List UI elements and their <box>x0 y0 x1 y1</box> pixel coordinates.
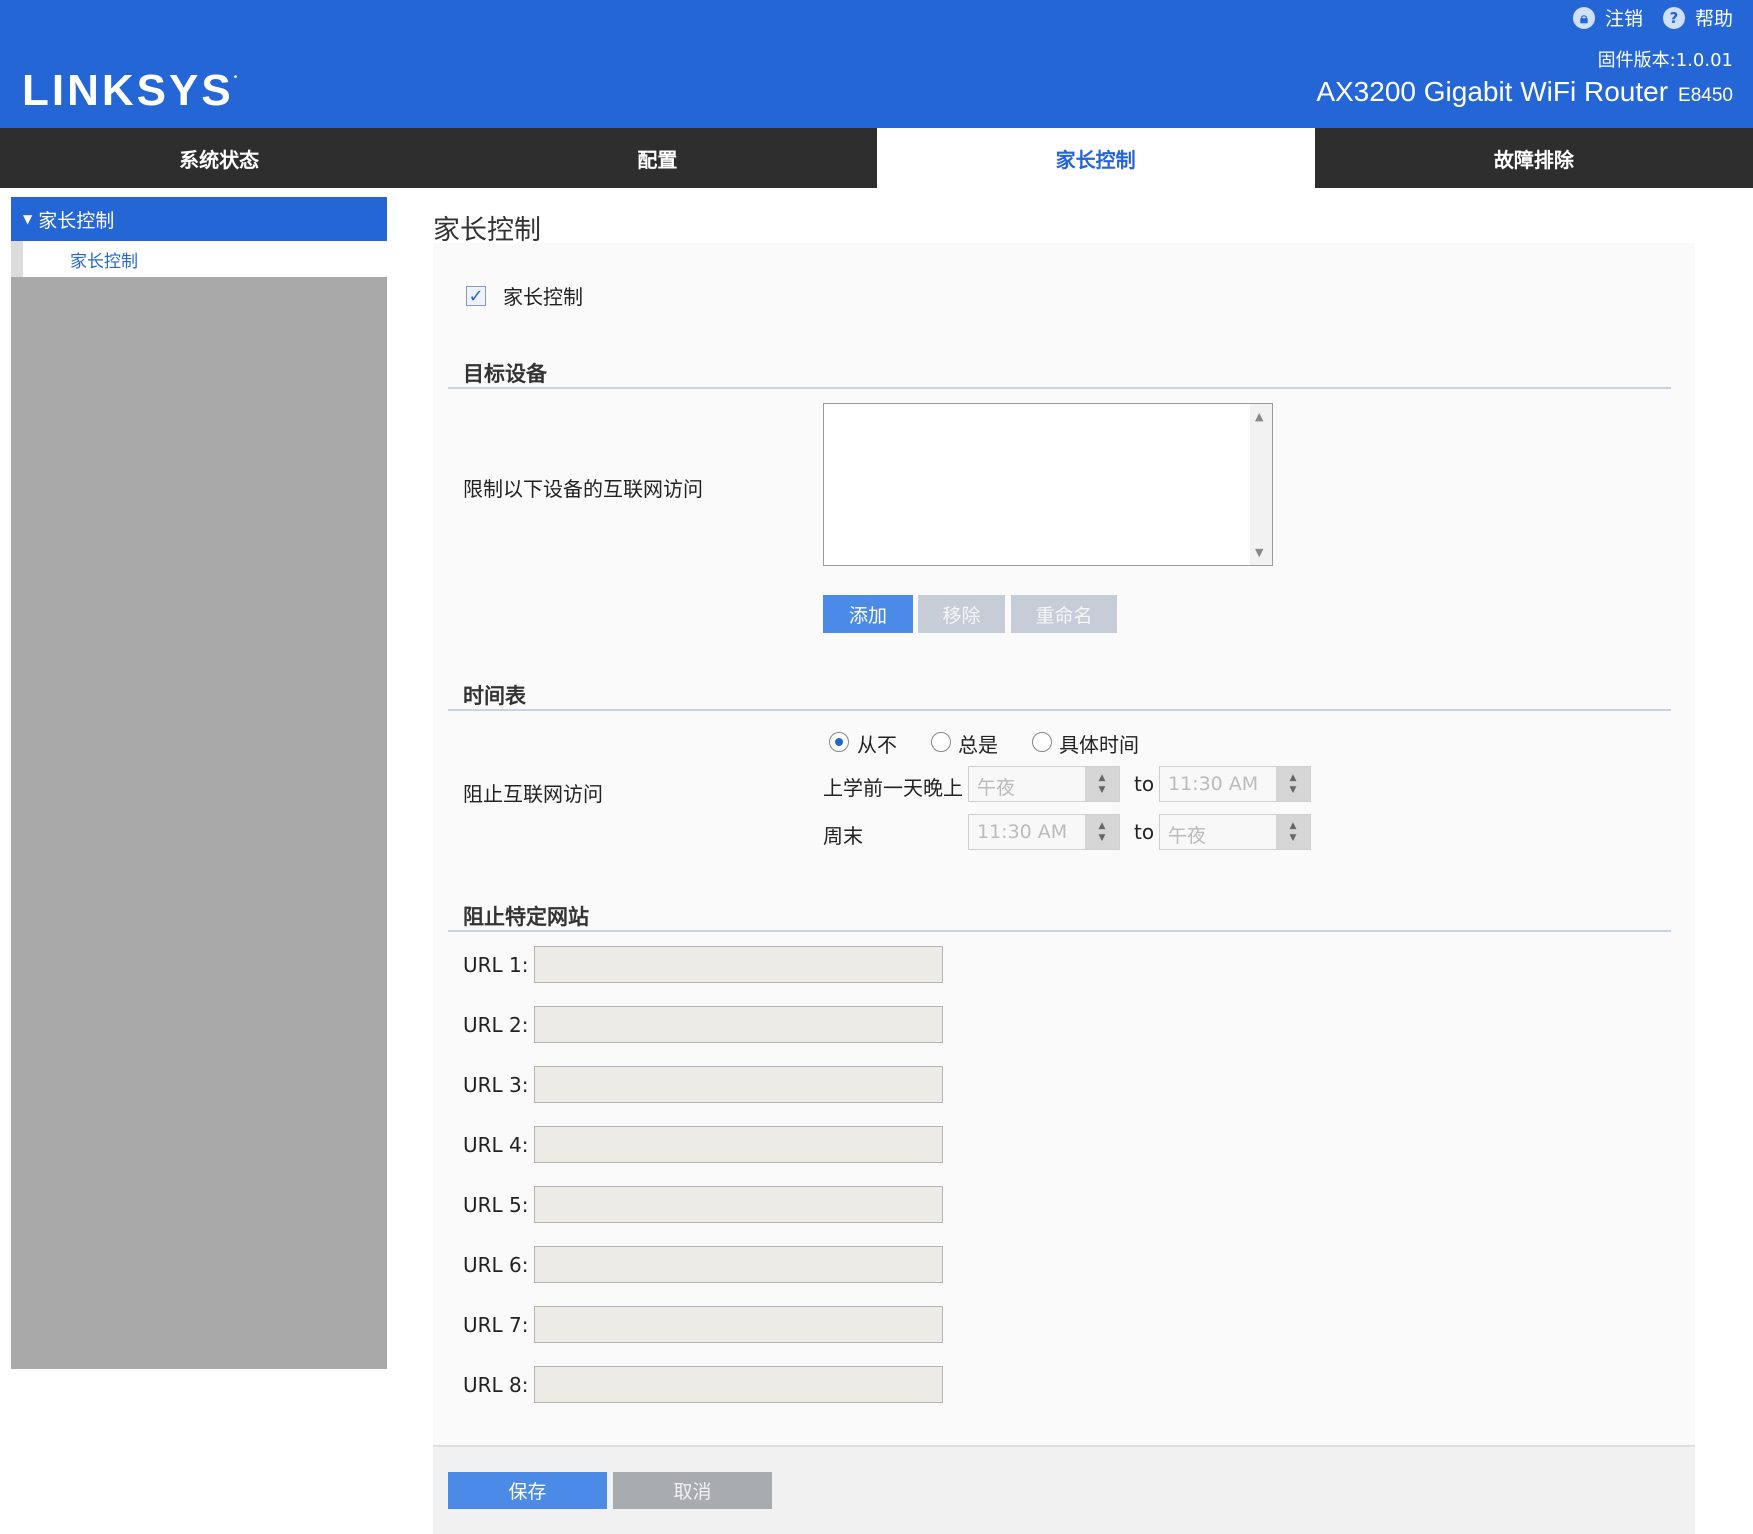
schedule-heading: 时间表 <box>463 684 526 708</box>
scroll-up-icon[interactable]: ▲ <box>1255 410 1263 423</box>
parental-control-checkbox-label: 家长控制 <box>503 285 583 309</box>
device-listbox[interactable]: ▲ ▼ <box>823 403 1273 566</box>
sidebar-item-parental[interactable]: 家长控制 <box>11 241 387 277</box>
firmware-version: 固件版本:1.0.01 <box>1597 50 1733 71</box>
url-label: URL 5: <box>463 1193 529 1217</box>
caret-down-icon: ▼ <box>23 212 33 226</box>
radio-specific-label: 具体时间 <box>1059 733 1139 757</box>
url-3-input[interactable] <box>534 1066 943 1103</box>
to-label: to <box>1134 772 1155 796</box>
linksys-logo: LINKSYS• <box>22 66 241 115</box>
spinner-arrows-icon[interactable]: ▲ ▼ <box>1276 815 1310 849</box>
block-sites-heading: 阻止特定网站 <box>463 905 589 929</box>
divider <box>448 387 1671 389</box>
lock-icon[interactable]: 🔒︎ <box>1572 6 1595 29</box>
school-night-from-spinner[interactable]: 午夜 ▲ ▼ <box>968 766 1120 802</box>
target-devices-heading: 目标设备 <box>463 362 547 386</box>
restrict-label: 限制以下设备的互联网访问 <box>463 477 703 501</box>
help-icon[interactable]: ? <box>1662 6 1685 29</box>
sidebar: ▼ 家长控制 家长控制 <box>11 197 387 1369</box>
spinner-arrows-icon[interactable]: ▲ ▼ <box>1085 815 1119 849</box>
url-8-input[interactable] <box>534 1366 943 1403</box>
school-night-label: 上学前一天晚上 <box>823 776 963 800</box>
spinner-value: 11:30 AM <box>977 821 1068 843</box>
url-label: URL 4: <box>463 1133 529 1157</box>
model-title: AX3200 Gigabit WiFi Router E8450 <box>1316 76 1733 107</box>
page-title: 家长控制 <box>433 215 541 246</box>
radio-always[interactable] <box>931 732 951 752</box>
spinner-value: 午夜 <box>977 777 1016 799</box>
sidebar-section-label: 家长控制 <box>38 209 115 232</box>
url-1-input[interactable] <box>534 946 943 983</box>
url-4-input[interactable] <box>534 1126 943 1163</box>
url-label: URL 6: <box>463 1253 529 1277</box>
header-bar: LINKSYS• 🔒︎ 注销 ? 帮助 固件版本:1.0.01 AX3200 G… <box>0 0 1753 128</box>
tab-config[interactable]: 配置 <box>438 128 876 188</box>
school-night-to-spinner[interactable]: 11:30 AM ▲ ▼ <box>1159 766 1311 802</box>
radio-always-label: 总是 <box>958 733 998 757</box>
weekend-from-spinner[interactable]: 11:30 AM ▲ ▼ <box>968 814 1120 850</box>
tab-troubleshoot[interactable]: 故障排除 <box>1315 128 1753 188</box>
spinner-arrows-icon[interactable]: ▲ ▼ <box>1276 767 1310 801</box>
url-2-input[interactable] <box>534 1006 943 1043</box>
to-label: to <box>1134 820 1155 844</box>
model-code: E8450 <box>1678 85 1733 106</box>
divider <box>448 930 1671 932</box>
add-button[interactable]: 添加 <box>823 595 913 633</box>
url-5-input[interactable] <box>534 1186 943 1223</box>
rename-button[interactable]: 重命名 <box>1011 595 1117 633</box>
help-link[interactable]: 帮助 <box>1695 4 1733 31</box>
cancel-button[interactable]: 取消 <box>613 1472 772 1509</box>
logout-link[interactable]: 注销 <box>1605 4 1643 31</box>
spinner-value: 午夜 <box>1168 825 1207 847</box>
block-access-label: 阻止互联网访问 <box>463 782 603 806</box>
top-links: 🔒︎ 注销 ? 帮助 <box>1572 4 1733 31</box>
url-label: URL 2: <box>463 1013 529 1037</box>
url-label: URL 3: <box>463 1073 529 1097</box>
sidebar-section-parental[interactable]: ▼ 家长控制 <box>11 197 387 241</box>
spinner-arrows-icon[interactable]: ▲ ▼ <box>1085 767 1119 801</box>
url-label: URL 8: <box>463 1373 529 1397</box>
radio-never-label: 从不 <box>857 733 897 757</box>
remove-button[interactable]: 移除 <box>918 595 1005 633</box>
radio-specific[interactable] <box>1032 732 1052 752</box>
url-6-input[interactable] <box>534 1246 943 1283</box>
listbox-scrollbar[interactable]: ▲ ▼ <box>1250 404 1272 565</box>
weekend-to-spinner[interactable]: 午夜 ▲ ▼ <box>1159 814 1311 850</box>
parental-control-checkbox[interactable]: ✓ <box>466 286 486 307</box>
main-nav: 系统状态 配置 家长控制 故障排除 <box>0 128 1753 188</box>
tab-status[interactable]: 系统状态 <box>0 128 438 188</box>
save-button[interactable]: 保存 <box>448 1472 607 1509</box>
divider <box>448 709 1671 711</box>
scroll-down-icon[interactable]: ▼ <box>1255 546 1263 559</box>
url-label: URL 1: <box>463 953 529 977</box>
spinner-value: 11:30 AM <box>1168 773 1259 795</box>
radio-never[interactable] <box>829 732 849 752</box>
weekend-label: 周末 <box>823 824 863 848</box>
url-7-input[interactable] <box>534 1306 943 1343</box>
tab-parental-control[interactable]: 家长控制 <box>876 128 1315 188</box>
url-label: URL 7: <box>463 1313 529 1337</box>
